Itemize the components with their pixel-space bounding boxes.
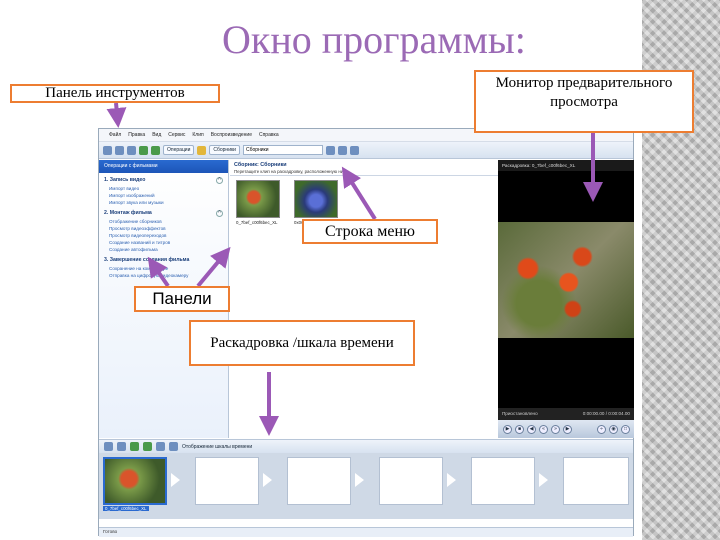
play-storyboard-icon[interactable] <box>169 442 178 451</box>
storyboard-frame[interactable] <box>287 457 351 505</box>
transition-slot[interactable] <box>447 473 456 487</box>
zoom-in-icon[interactable] <box>130 442 139 451</box>
storyboard-frame[interactable] <box>471 457 535 505</box>
preview-image <box>498 222 634 338</box>
playback-controls: ▶ ■ ◀ « » ▶ ÷ ◉ □ <box>498 420 634 438</box>
task-link[interactable]: Импорт звука или музыки <box>99 199 228 206</box>
arrow-to-toolbar <box>106 102 127 128</box>
menu-item-help[interactable]: Справка <box>259 132 279 138</box>
callout-panels: Панели <box>134 286 230 312</box>
clip-thumbnail[interactable] <box>236 180 280 218</box>
task-link[interactable]: Отправка на цифровую видеокамеру <box>99 272 228 279</box>
narrate-icon[interactable] <box>117 442 126 451</box>
collections-button[interactable]: Сборники <box>209 145 240 155</box>
show-timeline-label[interactable]: Отображение шкалы времени <box>182 444 252 450</box>
menu-item-edit[interactable]: Правка <box>128 132 145 138</box>
task-pane-header: Операции с фильмами <box>99 160 228 173</box>
transition-slot[interactable] <box>263 473 272 487</box>
task-link[interactable]: Сохранение на компьютере <box>99 265 228 272</box>
storyboard-clip-label: 0_7bef_c00f6bec_XL <box>103 506 149 511</box>
task-link[interactable]: Создание автофильма <box>99 246 228 253</box>
storyboard-tool-icon[interactable] <box>104 442 113 451</box>
preview-monitor: Раскадровка: 0_7bef_c00f6bec_XL Приостан… <box>498 160 634 438</box>
collections-select[interactable]: Сборники <box>242 145 323 155</box>
task-link[interactable]: Импорт изображений <box>99 192 228 199</box>
next-frame-icon[interactable]: ▶ <box>563 424 572 434</box>
collection-pane: Сборник: Сборники Перетащите клип на рас… <box>230 160 612 438</box>
menu-item-file[interactable]: Файл <box>109 132 121 138</box>
up-folder-icon[interactable] <box>325 145 335 155</box>
storyboard-frame[interactable] <box>195 457 259 505</box>
task-link[interactable]: Просмотр видеоэффектов <box>99 225 228 232</box>
storyboard-frame[interactable] <box>103 457 167 505</box>
transition-slot[interactable] <box>171 473 180 487</box>
section-title: 2. Монтаж фильма <box>104 210 152 216</box>
save-project-icon[interactable] <box>127 145 136 155</box>
task-link[interactable]: Создание названий и титров <box>99 239 228 246</box>
task-link[interactable]: Отображение сборников <box>99 218 228 225</box>
collection-title: Сборник: Сборники <box>234 162 287 168</box>
playback-status: Приостановлено <box>502 411 538 416</box>
redo-icon[interactable] <box>151 145 160 155</box>
chevron-up-icon[interactable]: ^ <box>216 257 223 264</box>
monitor-header: Раскадровка: 0_7bef_c00f6bec_XL <box>498 160 634 171</box>
folder-icon <box>197 145 207 155</box>
transition-slot[interactable] <box>355 473 364 487</box>
chevron-up-icon[interactable]: ^ <box>216 177 223 184</box>
task-link[interactable]: Импорт видео <box>99 185 228 192</box>
transition-slot[interactable] <box>539 473 548 487</box>
storyboard: 0_7bef_c00f6bec_XL <box>99 453 633 519</box>
undo-icon[interactable] <box>139 145 148 155</box>
menu-item-view[interactable]: Вид <box>152 132 161 138</box>
forward-icon[interactable]: » <box>551 424 560 434</box>
monitor-status: Приостановлено 0:00:00.00 / 0:00:04.00 <box>498 408 634 420</box>
new-collection-icon[interactable] <box>337 145 347 155</box>
split-clip-icon[interactable]: ÷ <box>597 424 606 434</box>
storyboard-frame[interactable] <box>563 457 629 505</box>
section-title: 1. Запись видео <box>104 177 146 183</box>
slide: Окно программы: Файл Правка Вид Сервис К… <box>0 0 720 540</box>
zoom-out-icon[interactable] <box>143 442 152 451</box>
chevron-up-icon[interactable]: ^ <box>216 210 223 217</box>
playback-time: 0:00:00.00 / 0:00:04.00 <box>582 411 630 416</box>
play-icon[interactable]: ▶ <box>503 424 512 434</box>
section-edit-movie[interactable]: 2. Монтаж фильма ^ <box>99 206 228 218</box>
menu-item-clip[interactable]: Клип <box>192 132 203 138</box>
storyboard-toolbar: Отображение шкалы времени <box>99 439 633 453</box>
section-finish-movie[interactable]: 3. Завершение создания фильма ^ <box>99 253 228 265</box>
open-project-icon[interactable] <box>115 145 124 155</box>
callout-storyboard: Раскадровка /шкала времени <box>189 320 415 366</box>
section-title: 3. Завершение создания фильма <box>104 257 190 263</box>
section-capture-video[interactable]: 1. Запись видео ^ <box>99 173 228 185</box>
operations-button[interactable]: Операции <box>163 145 195 155</box>
snapshot-icon[interactable]: ◉ <box>609 424 618 434</box>
storyboard-frame[interactable] <box>379 457 443 505</box>
callout-menu-bar: Строка меню <box>302 219 438 244</box>
clip-thumbnail[interactable] <box>294 180 338 218</box>
menu-item-playback[interactable]: Воспроизведение <box>211 132 252 138</box>
new-project-icon[interactable] <box>103 145 112 155</box>
stop-icon[interactable]: ■ <box>515 424 524 434</box>
callout-monitor: Монитор предварительного просмотра <box>474 70 694 133</box>
clip-label: 0_7bef_c00f6bec_XL <box>236 220 278 225</box>
rewind-icon[interactable]: « <box>539 424 548 434</box>
toolbar: Операции Сборники Сборники <box>99 142 633 159</box>
previous-frame-icon[interactable]: ◀ <box>527 424 536 434</box>
callout-toolbar: Панель инструментов <box>10 84 220 103</box>
task-link[interactable]: Просмотр видеопереходов <box>99 232 228 239</box>
app-status-bar: Готово <box>99 527 633 537</box>
menu-item-tools[interactable]: Сервис <box>168 132 185 138</box>
collection-hint: Перетащите клип на раскадровку, располож… <box>230 168 498 176</box>
rewind-storyboard-icon[interactable] <box>156 442 165 451</box>
fullscreen-icon[interactable]: □ <box>621 424 630 434</box>
slide-title: Окно программы: <box>222 17 526 62</box>
view-options-icon[interactable] <box>349 145 359 155</box>
